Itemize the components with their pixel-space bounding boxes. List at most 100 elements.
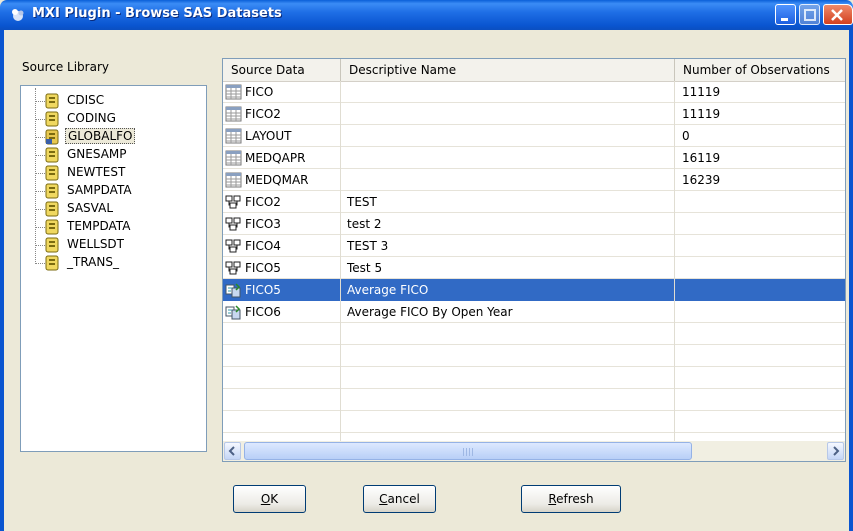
view-icon: [225, 239, 241, 253]
row-divider: [223, 388, 845, 389]
table-row[interactable]: FICO4 TEST 3: [223, 235, 845, 257]
ok-button-hotkey: O: [260, 492, 271, 506]
close-button[interactable]: [823, 4, 853, 25]
tree-item-label: SASVAL: [67, 201, 114, 215]
table-row[interactable]: FICO5 Average FICO: [223, 279, 845, 301]
column-divider: [340, 81, 341, 441]
column-header-descriptive-name[interactable]: Descriptive Name: [341, 59, 675, 81]
library-icon: [45, 93, 59, 109]
tree-item-tempdata[interactable]: TEMPDATA: [21, 218, 201, 236]
tree-item-wellsdt[interactable]: WELLSDT: [21, 236, 201, 254]
chevron-left-icon: [228, 446, 235, 456]
observations-cell: 11119: [682, 107, 721, 121]
tree-item-gnesamp[interactable]: GNESAMP: [21, 146, 201, 164]
view-icon: [225, 195, 241, 209]
source-data-cell: FICO5: [245, 261, 281, 275]
query-icon: [225, 283, 241, 298]
tree-item-label: GLOBALFO: [65, 128, 136, 144]
view-icon: [225, 217, 241, 231]
library-icon: [45, 147, 59, 163]
close-icon: [831, 9, 843, 21]
table-row[interactable]: FICO6 Average FICO By Open Year: [223, 301, 845, 323]
horizontal-scrollbar[interactable]: [223, 441, 845, 461]
ok-button-label: K: [270, 492, 279, 506]
window-frame-right: [849, 30, 853, 531]
tree-item-label: GNESAMP: [67, 147, 127, 161]
minimize-icon: [781, 18, 788, 21]
source-data-cell: FICO2: [245, 195, 281, 209]
app-icon: [12, 9, 24, 21]
source-data-cell: FICO3: [245, 217, 281, 231]
descriptive-name-cell: Test 5: [347, 261, 383, 275]
source-data-cell: MEDQMAR: [245, 173, 309, 187]
column-header-observations[interactable]: Number of Observations: [675, 59, 845, 81]
descriptive-name-cell: TEST: [347, 195, 377, 209]
descriptive-name-cell: Average FICO: [347, 283, 429, 297]
tree-item-label: SAMPDATA: [67, 183, 132, 197]
chevron-right-icon: [833, 446, 840, 456]
row-divider: [223, 366, 845, 367]
observations-cell: 0: [682, 129, 690, 143]
scroll-left-button[interactable]: [224, 442, 241, 460]
minimize-button[interactable]: [775, 4, 796, 25]
tree-item-label: WELLSDT: [67, 237, 125, 251]
refresh-button[interactable]: Refresh: [521, 485, 621, 513]
row-divider: [223, 344, 845, 345]
source-data-cell: FICO5: [245, 283, 281, 297]
table-row[interactable]: FICO3 test 2: [223, 213, 845, 235]
library-icon: [45, 201, 59, 217]
table-row[interactable]: MEDQMAR 16239: [223, 169, 845, 191]
cancel-button[interactable]: Cancel: [363, 485, 436, 513]
library-icon: [45, 129, 59, 145]
tree-item-label: NEWTEST: [67, 165, 126, 179]
tree-item-trans[interactable]: _TRANS_: [21, 254, 201, 272]
table-row[interactable]: FICO5 Test 5: [223, 257, 845, 279]
library-icon: [45, 237, 59, 253]
library-icon: [45, 219, 59, 235]
tree-item-label: CODING: [67, 111, 116, 125]
library-icon: [45, 111, 59, 127]
tree-item-sasval[interactable]: SASVAL: [21, 200, 201, 218]
refresh-button-label: efresh: [556, 492, 594, 506]
source-data-cell: FICO6: [245, 305, 281, 319]
observations-cell: 11119: [682, 85, 721, 99]
tree-item-label: CDISC: [67, 93, 105, 107]
cancel-button-hotkey: C: [379, 492, 388, 506]
table-row[interactable]: FICO 11119: [223, 81, 845, 103]
descriptive-name-cell: test 2: [347, 217, 382, 231]
table-row[interactable]: FICO2 11119: [223, 103, 845, 125]
column-header-source-data[interactable]: Source Data: [223, 59, 341, 81]
row-divider: [223, 432, 845, 433]
library-icon: [45, 183, 59, 199]
dataset-icon: [225, 150, 242, 166]
table-row[interactable]: MEDQAPR 16119: [223, 147, 845, 169]
source-data-cell: LAYOUT: [245, 129, 292, 143]
dataset-icon: [225, 172, 242, 188]
tree-item-label: _TRANS_: [67, 255, 119, 269]
grip-icon: [463, 448, 475, 456]
tree-item-coding[interactable]: CODING: [21, 110, 201, 128]
scroll-right-button[interactable]: [827, 442, 844, 460]
library-icon: [45, 255, 59, 271]
row-divider: [223, 410, 845, 411]
tree-item-cdisc[interactable]: CDISC: [21, 92, 201, 110]
ok-button[interactable]: OK: [233, 485, 306, 513]
tree-item-newtest[interactable]: NEWTEST: [21, 164, 201, 182]
dataset-icon: [225, 84, 242, 100]
descriptive-name-cell: Average FICO By Open Year: [347, 305, 513, 319]
maximize-button[interactable]: [799, 4, 820, 25]
table-row[interactable]: FICO2 TEST: [223, 191, 845, 213]
library-icon: [45, 165, 59, 181]
maximize-icon: [804, 9, 816, 21]
view-icon: [225, 261, 241, 275]
observations-cell: 16239: [682, 173, 721, 187]
tree-item-sampdata[interactable]: SAMPDATA: [21, 182, 201, 200]
source-library-tree[interactable]: CDISC CODING GLOBALFO GNESAMP NEWTEST SAMPDAT…: [20, 85, 207, 452]
observations-cell: 16119: [682, 151, 721, 165]
tree-item-globalfo[interactable]: GLOBALFO: [21, 128, 201, 146]
dataset-icon: [225, 128, 242, 144]
table-row[interactable]: LAYOUT 0: [223, 125, 845, 147]
scrollbar-thumb[interactable]: [244, 442, 692, 460]
datasets-table[interactable]: Source Data Descriptive Name Number of O…: [222, 58, 846, 462]
title-bar[interactable]: MXI Plugin - Browse SAS Datasets: [0, 0, 853, 30]
